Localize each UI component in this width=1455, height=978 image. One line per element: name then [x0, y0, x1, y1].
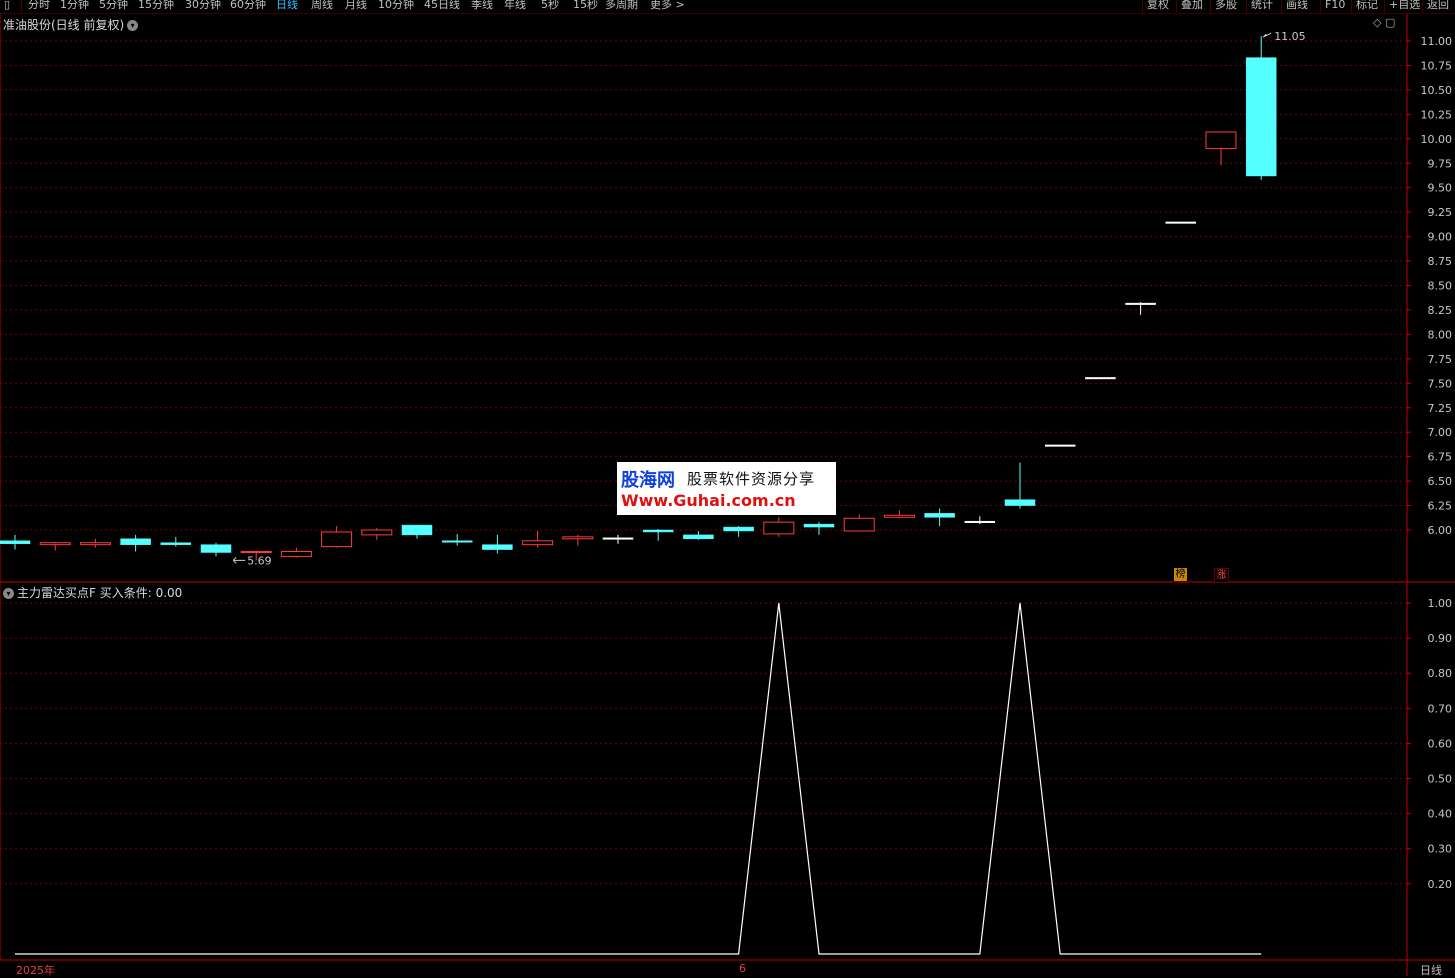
date-axis-month: 6 — [739, 962, 746, 975]
candle-body — [803, 523, 835, 528]
candle-body — [441, 540, 473, 543]
candle-body — [1044, 444, 1076, 447]
price-tick-label: 9.50 — [1428, 182, 1453, 195]
candle-body — [683, 534, 714, 540]
indicator-tick-label: 0.70 — [1428, 702, 1453, 715]
high-price-label: 11.05 — [1274, 30, 1306, 43]
price-tick-label: 11.00 — [1421, 35, 1453, 48]
chevron-down-icon[interactable]: ▾ — [3, 588, 14, 599]
candle-body — [1004, 499, 1036, 506]
stock-title[interactable]: 准油股份(日线 前复权) ▾ — [3, 16, 139, 33]
candle-body — [964, 520, 996, 523]
candle-body — [280, 551, 312, 557]
candle-body — [883, 514, 915, 518]
indicator-title[interactable]: ▾ 主力雷达买点F 买入条件: 0.00 — [3, 584, 182, 601]
price-tick-label: 9.75 — [1428, 157, 1453, 170]
candle-body — [120, 538, 151, 545]
candle-body — [1245, 57, 1277, 177]
candle-body — [723, 526, 754, 532]
candle-body — [1085, 377, 1116, 380]
watermark-logo: 股海网 股票软件资源分享 Www.Guhai.com.cn — [617, 462, 836, 515]
candle-body — [924, 513, 955, 518]
candle-body — [160, 542, 192, 545]
candle-body — [39, 542, 71, 546]
price-tick-label: 10.50 — [1421, 84, 1453, 97]
price-tick-label: 6.25 — [1428, 500, 1453, 513]
price-tick-label: 8.25 — [1428, 304, 1453, 317]
candle-body — [1205, 131, 1237, 150]
candle-body — [562, 536, 594, 540]
high-arrow — [1262, 32, 1272, 38]
candle-body — [763, 521, 795, 535]
watermark-url: Www.Guhai.com.cn — [621, 491, 796, 510]
candle-body — [602, 537, 634, 540]
price-tick-label: 10.75 — [1421, 59, 1453, 72]
badge-zhang[interactable]: 涨 — [1214, 568, 1229, 583]
price-tick-label: 7.75 — [1428, 353, 1453, 366]
indicator-tick-label: 0.80 — [1428, 667, 1453, 680]
candle-body — [0, 540, 31, 544]
indicator-tick-label: 0.60 — [1428, 737, 1453, 750]
candle-body — [240, 551, 272, 554]
price-tick-label: 7.50 — [1428, 377, 1453, 390]
window-icon[interactable]: ▢ — [1385, 16, 1395, 29]
indicator-tick-label: 0.50 — [1428, 773, 1453, 786]
badge-bang[interactable]: 榜 — [1174, 568, 1187, 581]
candle-body — [200, 544, 232, 553]
price-tick-label: 7.00 — [1428, 426, 1453, 439]
candle-body — [401, 524, 433, 536]
candle-body — [642, 529, 674, 533]
price-tick-label: 9.00 — [1428, 231, 1453, 244]
price-tick-label: 7.25 — [1428, 402, 1453, 415]
candle-body — [522, 540, 554, 546]
indicator-tick-label: 0.30 — [1428, 843, 1453, 856]
indicator-tick-label: 0.40 — [1428, 808, 1453, 821]
candle-body — [79, 542, 111, 546]
indicator-tick-label: 1.00 — [1428, 597, 1453, 610]
candle-body — [1165, 221, 1197, 224]
price-tick-label: 8.00 — [1428, 328, 1453, 341]
chevron-down-icon[interactable]: ▾ — [127, 20, 139, 31]
price-tick-label: 10.25 — [1421, 108, 1453, 121]
candle-body — [1125, 302, 1156, 305]
low-arrow — [232, 556, 246, 564]
watermark-brand: 股海网 — [621, 470, 675, 491]
candle-body — [321, 531, 353, 548]
diamond-icon[interactable]: ◇ — [1373, 16, 1381, 29]
price-tick-label: 6.75 — [1428, 451, 1453, 464]
price-tick-label: 8.75 — [1428, 255, 1453, 268]
candle-body — [843, 517, 875, 532]
low-price-label: 5.69 — [247, 554, 272, 567]
price-tick-label: 10.00 — [1421, 133, 1453, 146]
price-tick-label: 9.25 — [1428, 206, 1453, 219]
indicator-tick-label: 0.20 — [1428, 878, 1453, 891]
watermark-slogan: 股票软件资源分享 — [687, 470, 816, 488]
panel-icons: ◇ ▢ — [1373, 16, 1395, 29]
price-tick-label: 8.50 — [1428, 280, 1453, 293]
indicator-tick-label: 0.90 — [1428, 632, 1453, 645]
candle-body — [482, 544, 513, 550]
price-tick-label: 6.50 — [1428, 475, 1453, 488]
price-tick-label: 6.00 — [1428, 524, 1453, 537]
candle-body — [361, 529, 393, 536]
